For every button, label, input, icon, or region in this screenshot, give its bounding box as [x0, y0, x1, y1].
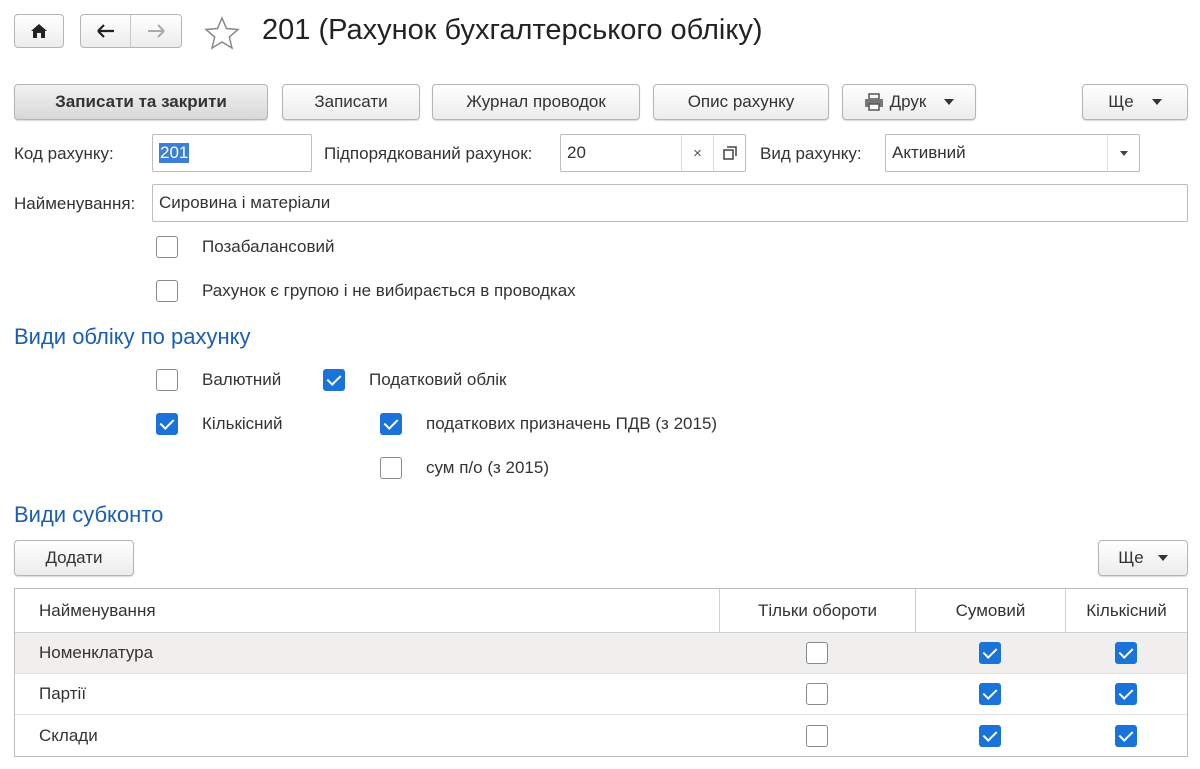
type-value: Активний [892, 143, 966, 162]
table-row[interactable]: Склади [15, 715, 1187, 756]
print-button[interactable]: Друк [842, 84, 976, 120]
subconto-section-title: Види субконто [14, 502, 164, 527]
off-balance-label: Позабалансовий [202, 237, 335, 256]
parent-value: 20 [567, 143, 586, 162]
row-name: Склади [39, 725, 98, 745]
turnover-checkbox[interactable] [806, 642, 828, 664]
name-value: Сировина і матеріали [159, 193, 331, 212]
off-balance-checkbox[interactable] [156, 236, 178, 258]
group-label: Рахунок є групою і не вибирається в пров… [202, 281, 576, 300]
turnover-checkbox[interactable] [806, 683, 828, 705]
save-close-button[interactable]: Записати та закрити [14, 84, 268, 120]
quantity-checkbox[interactable] [156, 413, 178, 435]
print-label: Друк [889, 92, 927, 111]
qty-checkbox[interactable] [1115, 724, 1137, 747]
subconto-table: Найменування Тільки обороти Сумовий Кіль… [14, 588, 1188, 757]
sum-checkbox[interactable] [380, 457, 402, 479]
more-button[interactable]: Ще [1082, 84, 1188, 120]
arrow-left-icon [96, 24, 114, 38]
column-header-name[interactable]: Найменування [15, 601, 719, 621]
column-header-turnover[interactable]: Тільки обороти [719, 589, 915, 632]
currency-checkbox[interactable] [156, 369, 178, 391]
currency-label: Валютний [202, 370, 282, 389]
name-field[interactable]: Сировина і матеріали [152, 184, 1188, 222]
code-label: Код рахунку: [14, 144, 114, 163]
arrow-right-icon [148, 24, 165, 38]
back-button[interactable] [81, 15, 131, 47]
history-nav [80, 14, 182, 48]
turnover-checkbox[interactable] [806, 724, 828, 747]
table-row[interactable]: Номенклатура [15, 633, 1187, 674]
qty-checkbox[interactable] [1115, 683, 1137, 705]
printer-icon [864, 93, 883, 111]
subconto-more-label: Ще [1118, 548, 1144, 567]
home-button[interactable] [14, 14, 64, 48]
page-title: 201 (Рахунок бухгалтерського обліку) [262, 14, 763, 46]
column-header-sum[interactable]: Сумовий [915, 589, 1065, 632]
column-header-qty[interactable]: Кількісний [1065, 589, 1187, 632]
table-header: Найменування Тільки обороти Сумовий Кіль… [15, 589, 1187, 633]
code-value: 201 [159, 143, 190, 163]
group-checkbox[interactable] [156, 280, 178, 302]
add-button[interactable]: Додати [14, 540, 134, 576]
name-label: Найменування: [14, 194, 136, 213]
code-field[interactable]: 201 [152, 134, 312, 172]
tax-checkbox[interactable] [323, 369, 345, 391]
parent-field[interactable]: 20 × [560, 134, 746, 172]
journal-button[interactable]: Журнал проводок [432, 84, 640, 120]
type-select[interactable]: Активний [885, 134, 1140, 172]
accounting-section-title: Види обліку по рахунку [14, 324, 251, 349]
forward-button[interactable] [131, 15, 181, 47]
chevron-down-icon [1157, 555, 1168, 561]
open-icon[interactable] [713, 135, 745, 171]
qty-checkbox[interactable] [1115, 642, 1137, 664]
chevron-down-icon [944, 99, 955, 105]
star-icon[interactable] [204, 16, 240, 50]
parent-label: Підпорядкований рахунок: [324, 144, 533, 163]
chevron-down-icon [1151, 99, 1162, 105]
sum-checkbox[interactable] [979, 642, 1001, 664]
tax-label: Податковий облік [369, 370, 507, 389]
type-label: Вид рахунку: [760, 144, 862, 163]
save-button[interactable]: Записати [282, 84, 420, 120]
home-icon [31, 24, 47, 38]
clear-icon[interactable]: × [681, 135, 713, 171]
more-label: Ще [1108, 92, 1134, 111]
vat-label: податкових призначень ПДВ (з 2015) [426, 414, 718, 433]
quantity-label: Кількісний [202, 414, 283, 433]
vat-checkbox[interactable] [380, 413, 402, 435]
sum-checkbox[interactable] [979, 724, 1001, 747]
row-name: Партії [39, 684, 87, 703]
dropdown-icon[interactable] [1107, 135, 1139, 171]
sum-label: сум п/о (з 2015) [426, 458, 549, 477]
description-button[interactable]: Опис рахунку [653, 84, 829, 120]
sum-checkbox[interactable] [979, 683, 1001, 705]
subconto-more-button[interactable]: Ще [1098, 540, 1188, 576]
row-name: Номенклатура [39, 643, 154, 662]
table-row[interactable]: Партії [15, 674, 1187, 715]
